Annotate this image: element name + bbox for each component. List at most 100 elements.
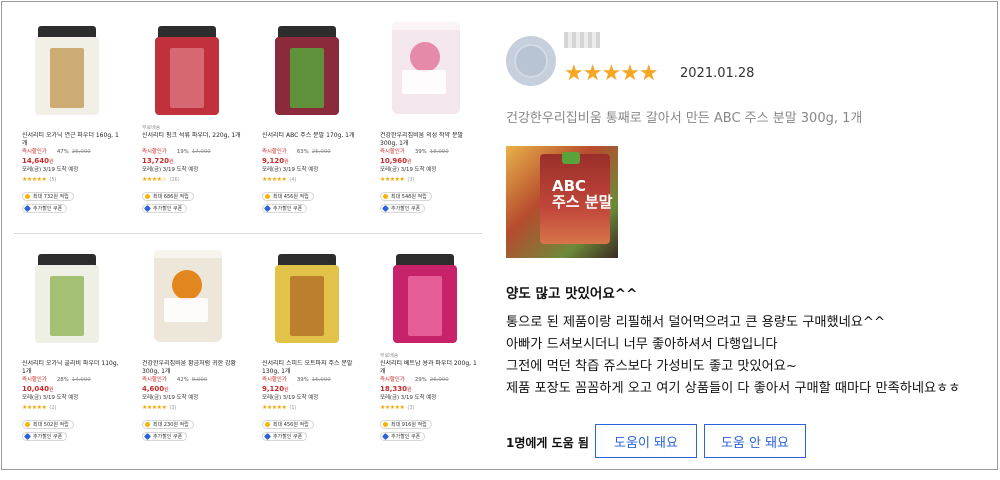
product-card[interactable]: 무료배송 신서리티 베트남 용과 파우더 200g, 1개 즉시할인가 29% 26,0… [370,240,482,458]
product-name[interactable]: 신서리티 오가닉 연근 파우더 160g, 1개 [22,132,122,148]
product-name[interactable]: 신서리티 베트남 용과 파우더 200g, 1개 [380,360,480,376]
discount-rate: 19% [176,149,189,155]
discount-line: 즉시할인가 47% 26,000 [22,148,122,156]
product-card[interactable]: 건강한우리집비움 황금처럼 귀한 강황 300g, 1개 즉시할인가 42% 8,00… [132,240,244,458]
delivery-date: 모레(금) 3/19 도착 예정 [380,395,437,401]
coupon-text: 추가할인 쿠폰 [391,434,421,440]
product-image[interactable] [266,18,348,118]
rating-stars: ★★★★☆ [142,176,167,183]
jar-label [50,276,84,336]
rating-line: ★★★★★ (5) [22,175,122,184]
review-headline: 양도 많고 맛있어요^^ [506,286,638,302]
original-price: 8,000 [191,377,208,383]
discount-line: 즉시할인가 28% 14,000 [22,376,122,384]
coupon-badge[interactable]: 추가할인 쿠폰 [142,432,188,441]
discount-rate: 63% [296,149,309,155]
review-rating-stars: ★★★★★ [564,61,659,86]
review-photo[interactable]: ABC 주스 분말 [506,146,618,258]
coupon-text: 추가할인 쿠폰 [153,434,183,440]
sale-price-line: 18,330원 [380,384,480,394]
coupon-badge[interactable]: 추가할인 쿠폰 [22,204,68,213]
product-info: 신서리티 오가닉 연근 파우더 160g, 1개 즉시할인가 47% 26,000 14… [22,124,122,213]
coupon-icon [23,204,32,213]
jar-label [50,48,84,108]
pouch-seal [392,22,460,30]
product-name[interactable]: 건강한우리집비움 황금처럼 귀한 강황 300g, 1개 [142,360,242,376]
product-image[interactable] [146,246,228,346]
sale-price: 4,600 [142,385,165,393]
sale-price: 18,330 [380,385,408,393]
product-name[interactable]: 신서리티 핑크 석류 파우더, 220g, 1개 [142,132,242,148]
free-shipping-tag: 무료배송 [142,125,161,131]
product-row: 신서리티 오가닉 연근 파우더 160g, 1개 즉시할인가 47% 26,000 14… [12,12,482,230]
original-price: 14,000 [71,377,91,383]
review-count: (2) [49,405,57,411]
product-image[interactable] [26,246,108,346]
points-row: 최대 916원 적립 [380,412,480,429]
jar-label [290,276,324,336]
sale-price: 14,640 [22,157,50,165]
product-name[interactable]: 신서리티 ABC 주스 분말 170g, 1개 [262,132,362,148]
original-price: 17,000 [191,149,211,155]
original-price: 18,000 [429,149,449,155]
product-image[interactable] [26,18,108,118]
review-count: (26) [169,177,180,183]
discount-rate: 29% [414,377,427,383]
review-line: 아빠가 드셔보시더니 너무 좋아하셔서 다행입니다 [506,337,778,352]
product-image[interactable] [384,246,466,346]
sale-price-line: 4,600원 [142,384,242,394]
review-count: (5) [49,177,57,183]
coupon-badge[interactable]: 추가할인 쿠폰 [380,432,426,441]
sale-price: 10,040 [22,385,50,393]
currency-unit: 원 [284,387,289,393]
rating-line: ★★★★★ (3) [142,403,242,412]
review-count: (1) [289,405,297,411]
free-shipping-tag [142,352,242,360]
product-card[interactable]: 신서리티 스피드 오트파지 주스 분말 130g, 1개 즉시할인가 39% 15,0… [252,240,364,458]
review-line: 통으로 된 제품이랑 리필해서 덜어먹으려고 큰 용량도 구매했네요^^ [506,315,886,330]
product-info: 건강한우리집비움 의성 작약 분말 300g, 1개 즉시할인가 39% 18,000… [380,124,480,213]
delivery-date: 모레(금) 3/19 도착 예정 [22,167,79,173]
discount-rate: 39% [414,149,427,155]
discount-line: 즉시할인가 63% 25,000 [262,148,362,156]
sale-price-line: 10,960원 [380,156,480,166]
coupon-badge[interactable]: 추가할인 쿠폰 [380,204,426,213]
product-image[interactable] [266,246,348,346]
points-row: 최대 732원 적립 [22,184,122,201]
discount-label: 즉시할인가 [142,377,167,383]
product-card[interactable]: 신서리티 오가닉 연근 파우더 160g, 1개 즉시할인가 47% 26,000 14… [12,12,124,230]
review-count: (4) [289,177,297,183]
rating-line: ★★★★★ (1) [262,403,362,412]
product-image[interactable] [146,18,228,118]
helpful-yes-button[interactable]: 도움이 돼요 [595,424,697,458]
discount-label: 즉시할인가 [142,149,167,155]
product-info: 건강한우리집비움 황금처럼 귀한 강황 300g, 1개 즉시할인가 42% 8,00… [142,352,242,441]
discount-label: 즉시할인가 [262,377,287,383]
product-grid: 신서리티 오가닉 연근 파우더 160g, 1개 즉시할인가 47% 26,000 14… [12,12,482,462]
discount-label: 즉시할인가 [22,149,47,155]
product-card[interactable]: 무료배송 신서리티 핑크 석류 파우더, 220g, 1개 즉시할인가 19% 17,0… [132,12,244,230]
coupon-badge[interactable]: 추가할인 쿠폰 [22,432,68,441]
coupon-badge[interactable]: 추가할인 쿠폰 [262,204,308,213]
coupon-badge[interactable]: 추가할인 쿠폰 [262,432,308,441]
review-line: 제품 포장도 꼼꼼하게 오고 여기 상품들이 다 좋아서 구매할 때마다 만족하… [506,381,961,396]
product-card[interactable]: 신서리티 오가닉 콜리비 파우더 110g, 1개 즉시할인가 28% 14,000 1… [12,240,124,458]
helpful-no-button[interactable]: 도움 안 돼요 [704,424,806,458]
discount-line: 즉시할인가 19% 17,000 [142,148,242,156]
discount-rate: 39% [296,377,309,383]
reviewed-product-name[interactable]: 건강한우리집비움 통째로 갈아서 만든 ABC 주스 분말 300g, 1개 [506,107,862,126]
product-name[interactable]: 신서리티 스피드 오트파지 주스 분말 130g, 1개 [262,360,362,376]
pouch-label [402,70,446,94]
product-card[interactable]: 신서리티 ABC 주스 분말 170g, 1개 즉시할인가 63% 25,000 9,1… [252,12,364,230]
review-line: 그전에 먹던 착즙 쥬스보다 가성비도 좋고 맛있어요~ [506,359,797,374]
original-price: 25,000 [311,149,331,155]
discount-rate: 28% [56,377,69,383]
row-divider [14,233,482,234]
sale-price-line: 14,640원 [22,156,122,166]
product-name[interactable]: 건강한우리집비움 의성 작약 분말 300g, 1개 [380,132,480,148]
discount-line: 즉시할인가 42% 8,000 [142,376,242,384]
coupon-badge[interactable]: 추가할인 쿠폰 [142,204,188,213]
product-name[interactable]: 신서리티 오가닉 콜리비 파우더 110g, 1개 [22,360,122,376]
product-image[interactable] [384,18,466,118]
product-card[interactable]: 건강한우리집비움 의성 작약 분말 300g, 1개 즉시할인가 39% 18,000… [370,12,482,230]
